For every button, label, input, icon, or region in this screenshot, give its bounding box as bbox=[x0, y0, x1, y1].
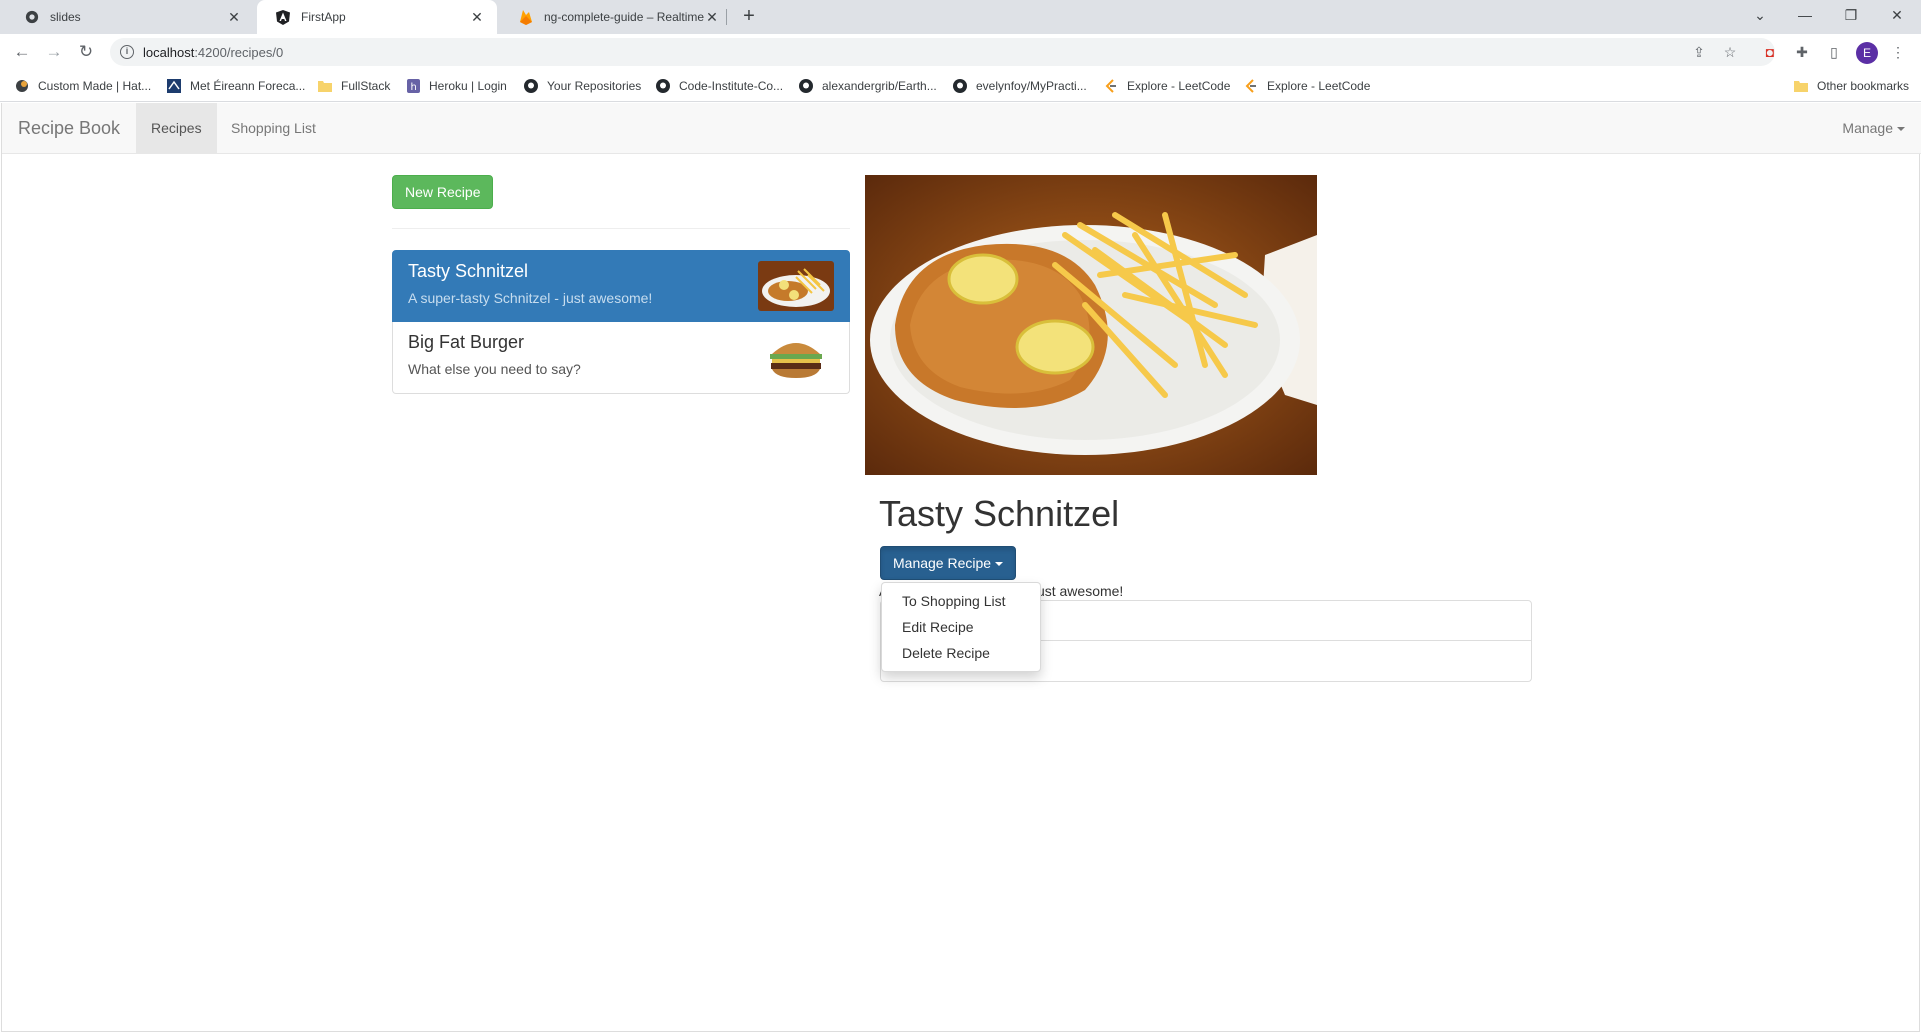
github-icon bbox=[655, 78, 671, 94]
bookmark-item[interactable]: FullStack bbox=[317, 76, 390, 96]
address-bar[interactable]: i localhost:4200/recipes/0 ⇪ ☆ bbox=[110, 38, 1775, 66]
nav-recipes[interactable]: Recipes bbox=[136, 103, 217, 153]
bookmark-item[interactable]: Custom Made | Hat... bbox=[14, 76, 151, 96]
github-icon bbox=[24, 9, 40, 25]
recipe-image bbox=[865, 175, 1317, 475]
met-eireann-icon bbox=[166, 78, 182, 94]
url-path: :4200/recipes/0 bbox=[194, 44, 284, 60]
firebase-icon bbox=[518, 9, 534, 25]
to-shopping-list-item[interactable]: To Shopping List bbox=[882, 588, 1040, 614]
recipe-title: Tasty Schnitzel bbox=[879, 493, 1120, 534]
burger-thumbnail bbox=[758, 332, 834, 382]
leetcode-icon bbox=[1243, 78, 1259, 94]
recipe-list: Tasty Schnitzel A super-tasty Schnitzel … bbox=[392, 250, 850, 394]
bookmark-label: Explore - LeetCode bbox=[1267, 79, 1371, 93]
minimize-icon[interactable]: — bbox=[1782, 0, 1828, 30]
bookmark-label: Code-Institute-Co... bbox=[679, 79, 784, 93]
bookmark-item[interactable]: Your Repositories bbox=[523, 76, 641, 96]
edit-recipe-item[interactable]: Edit Recipe bbox=[882, 614, 1040, 640]
tab-title: FirstApp bbox=[301, 10, 346, 24]
share-icon[interactable]: ⇪ bbox=[1690, 43, 1708, 61]
bookmark-item[interactable]: evelynfoy/MyPracti... bbox=[952, 76, 1087, 96]
schnitzel-thumbnail bbox=[758, 261, 834, 311]
bookmark-label: FullStack bbox=[341, 79, 391, 93]
angular-icon bbox=[275, 9, 291, 25]
site-icon bbox=[14, 78, 30, 94]
close-icon[interactable]: ✕ bbox=[226, 9, 242, 25]
extensions-puzzle-icon[interactable]: ✚ bbox=[1792, 42, 1812, 62]
caret-down-icon bbox=[995, 562, 1004, 567]
bookmark-item[interactable]: Explore - LeetCode bbox=[1103, 76, 1230, 96]
restore-icon[interactable]: ❐ bbox=[1828, 0, 1874, 30]
tab-title: slides bbox=[50, 10, 81, 24]
bookmark-label: Your Repositories bbox=[547, 79, 642, 93]
bookmarks-bar: Custom Made | Hat... Met Éireann Foreca.… bbox=[0, 70, 1921, 102]
back-icon[interactable]: ← bbox=[10, 40, 34, 64]
bookmark-label: evelynfoy/MyPracti... bbox=[976, 79, 1087, 93]
caret-down-icon bbox=[1897, 127, 1905, 132]
info-icon[interactable]: i bbox=[120, 45, 134, 59]
reload-icon[interactable]: ↻ bbox=[74, 40, 98, 64]
bookmark-label: Explore - LeetCode bbox=[1127, 79, 1231, 93]
browser-tab-firebase[interactable]: ng-complete-guide – Realtime D ✕ bbox=[500, 0, 732, 34]
tab-separator bbox=[726, 9, 727, 25]
folder-icon bbox=[1793, 78, 1809, 94]
bookmark-label: Custom Made | Hat... bbox=[38, 79, 152, 93]
tab-search-icon[interactable]: ⌄ bbox=[1737, 0, 1783, 30]
bookmark-item[interactable]: Met Éireann Foreca... bbox=[166, 76, 305, 96]
new-tab-button[interactable]: + bbox=[737, 5, 761, 29]
browser-tab-slides[interactable]: slides ✕ bbox=[6, 0, 254, 34]
app-navbar: Recipe Book Recipes Shopping List Manage bbox=[2, 103, 1921, 154]
forward-icon[interactable]: → bbox=[42, 40, 66, 64]
heroku-icon: h bbox=[405, 78, 421, 94]
bookmark-label: Other bookmarks bbox=[1817, 79, 1910, 93]
tab-title: ng-complete-guide – Realtime D bbox=[544, 10, 704, 24]
bookmark-label: Met Éireann Foreca... bbox=[190, 79, 306, 93]
page-viewport: Recipe Book Recipes Shopping List Manage… bbox=[1, 103, 1921, 1032]
new-recipe-button[interactable]: New Recipe bbox=[392, 175, 494, 209]
recipe-item[interactable]: Big Fat Burger What else you need to say… bbox=[392, 322, 850, 394]
close-icon[interactable]: ✕ bbox=[704, 9, 720, 25]
manage-recipe-dropdown: To Shopping List Edit Recipe Delete Reci… bbox=[881, 582, 1041, 672]
nav-shopping-list[interactable]: Shopping List bbox=[216, 103, 331, 153]
bookmark-item[interactable]: h Heroku | Login bbox=[405, 76, 507, 96]
delete-recipe-item[interactable]: Delete Recipe bbox=[882, 640, 1040, 666]
github-icon bbox=[523, 78, 539, 94]
brand-link[interactable]: Recipe Book bbox=[18, 118, 120, 139]
other-bookmarks[interactable]: Other bookmarks bbox=[1793, 76, 1909, 96]
bookmark-label: Heroku | Login bbox=[429, 79, 507, 93]
bookmark-star-icon[interactable]: ☆ bbox=[1721, 43, 1739, 61]
svg-text:h: h bbox=[410, 82, 416, 93]
manage-recipe-label: Manage Recipe bbox=[893, 555, 992, 571]
side-panel-icon[interactable]: ▯ bbox=[1824, 42, 1844, 62]
leetcode-icon bbox=[1103, 78, 1119, 94]
close-icon[interactable]: ✕ bbox=[469, 9, 485, 25]
browser-tab-firstapp[interactable]: FirstApp ✕ bbox=[257, 0, 497, 34]
extension-pocket-icon[interactable]: ◘ bbox=[1760, 42, 1780, 62]
bookmark-item[interactable]: alexandergrib/Earth... bbox=[798, 76, 937, 96]
nav-manage-dropdown[interactable]: Manage bbox=[1842, 103, 1905, 153]
manage-label: Manage bbox=[1842, 120, 1893, 136]
bookmark-item[interactable]: Explore - LeetCode bbox=[1243, 76, 1370, 96]
manage-recipe-button[interactable]: Manage Recipe bbox=[880, 546, 1017, 580]
url-host: localhost bbox=[143, 44, 195, 60]
browser-toolbar: ← → ↻ i localhost:4200/recipes/0 ⇪ ☆ ◘ ✚… bbox=[0, 34, 1921, 70]
window-close-icon[interactable]: ✕ bbox=[1874, 0, 1920, 30]
bookmark-item[interactable]: Code-Institute-Co... bbox=[655, 76, 783, 96]
divider bbox=[392, 228, 850, 229]
recipe-item[interactable]: Tasty Schnitzel A super-tasty Schnitzel … bbox=[392, 250, 850, 322]
github-icon bbox=[952, 78, 968, 94]
github-icon bbox=[798, 78, 814, 94]
chrome-menu-icon[interactable]: ⋮ bbox=[1888, 42, 1908, 62]
bookmark-label: alexandergrib/Earth... bbox=[822, 79, 937, 93]
folder-icon bbox=[317, 78, 333, 94]
tab-strip: slides ✕ FirstApp ✕ ng-complete-guide – … bbox=[0, 0, 1921, 34]
profile-avatar[interactable]: E bbox=[1856, 42, 1878, 64]
